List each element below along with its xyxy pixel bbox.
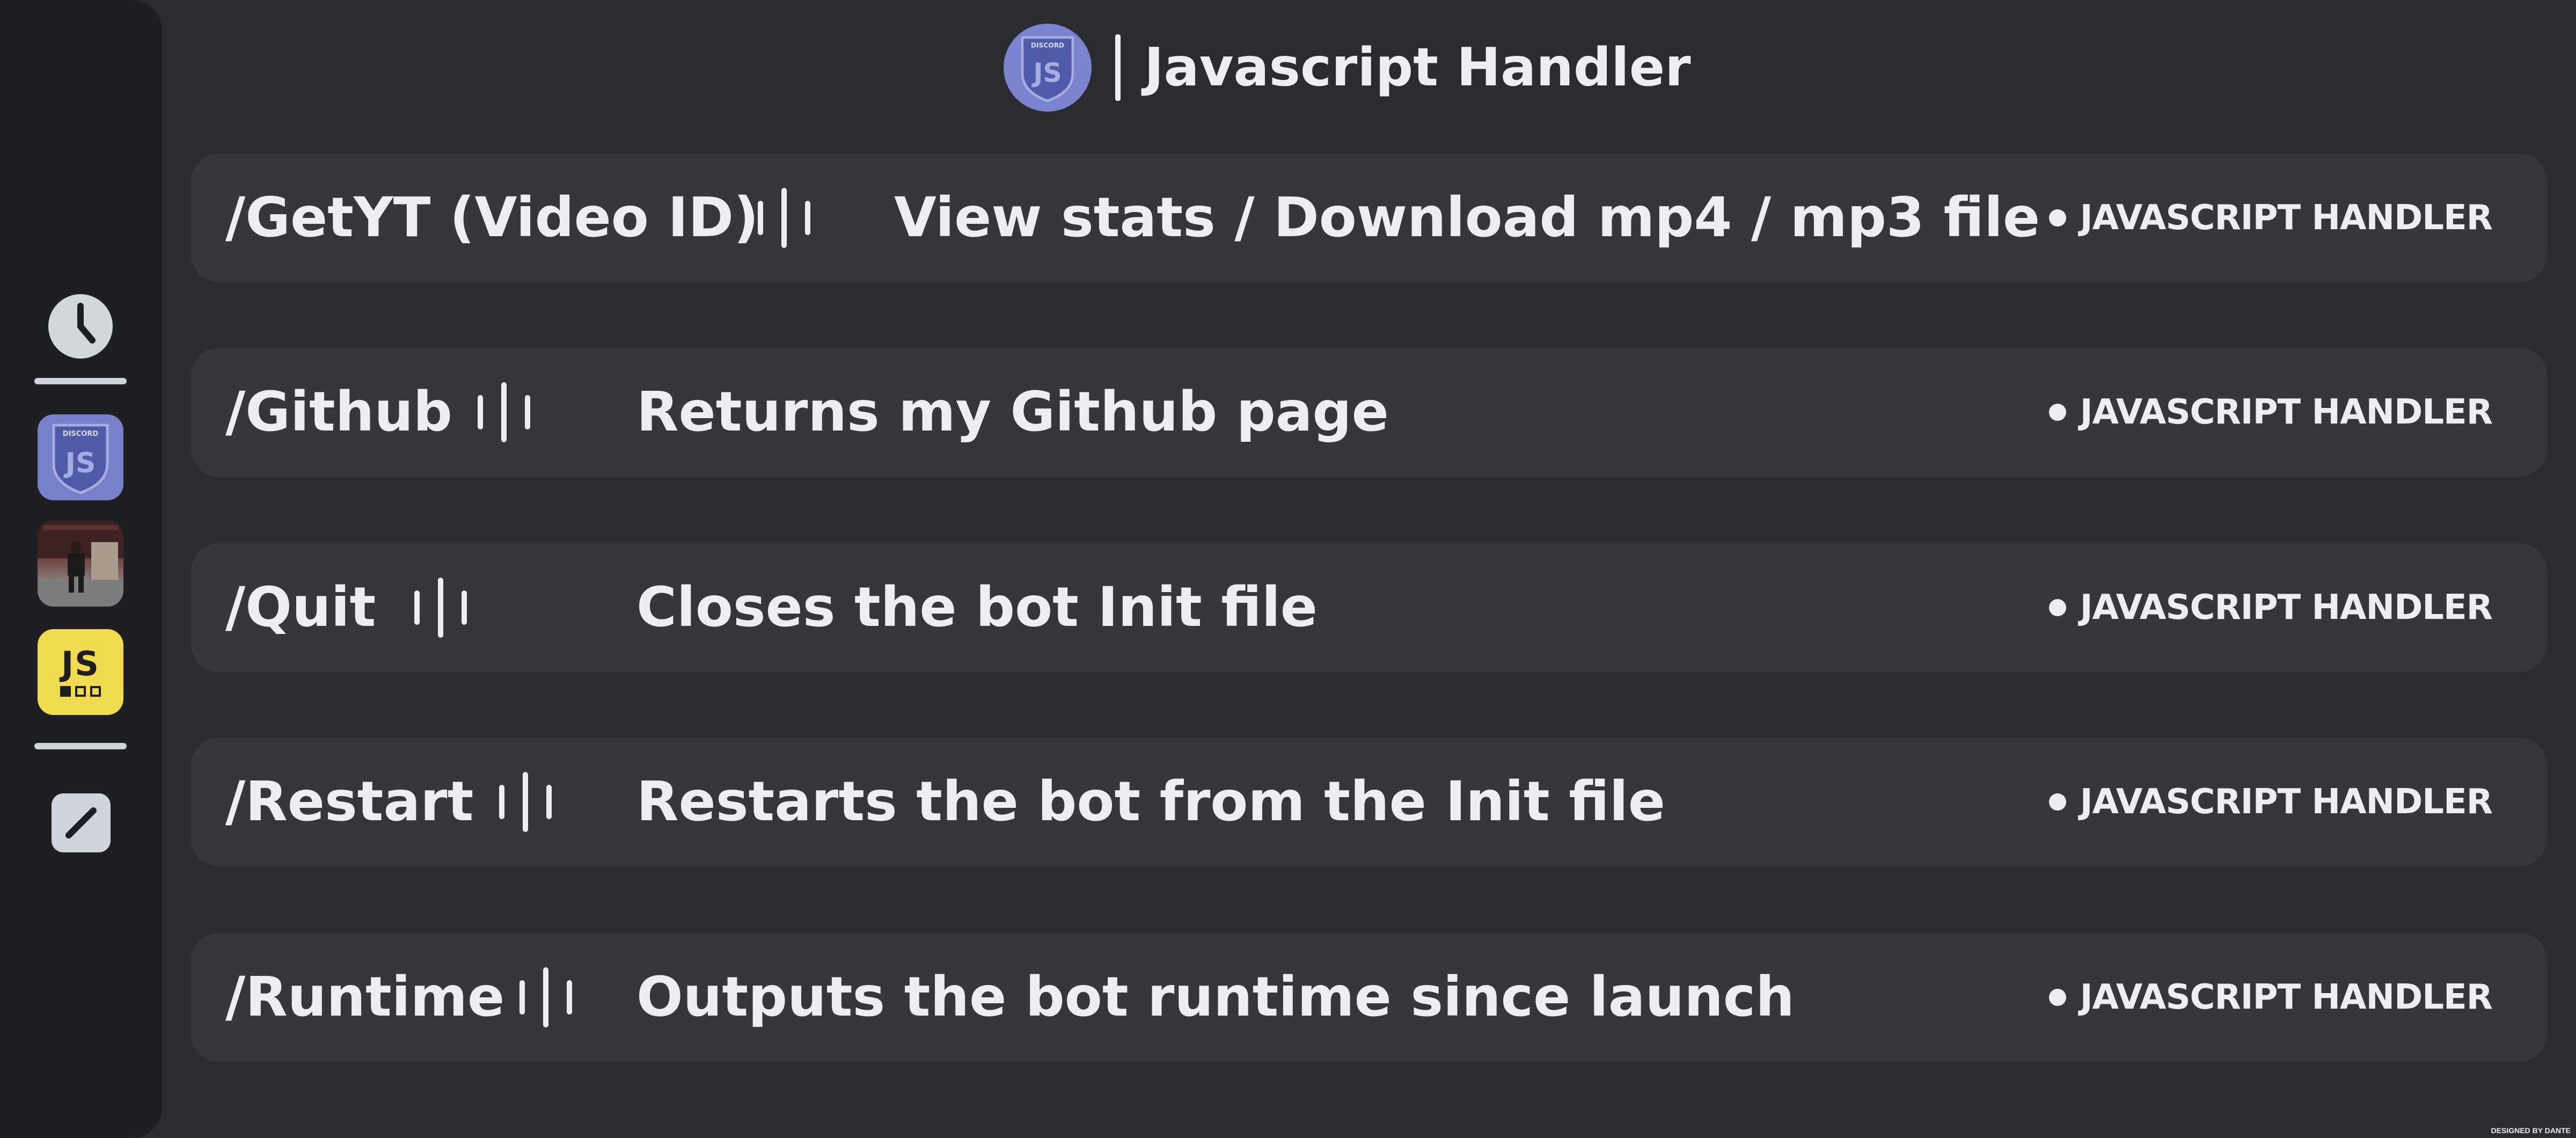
server-icon-user-photo[interactable] <box>38 521 123 607</box>
handler-badge: JAVASCRIPT HANDLER <box>2048 738 2493 866</box>
command-row[interactable]: /GetYT (Video ID) View stats / Download … <box>191 154 2547 282</box>
handler-label: JAVASCRIPT HANDLER <box>2080 977 2493 1017</box>
handler-label: JAVASCRIPT HANDLER <box>2080 588 2493 628</box>
handler-label: JAVASCRIPT HANDLER <box>2080 392 2493 432</box>
command-name: /GetYT (Video ID) <box>225 186 759 250</box>
bars-separator-icon <box>499 772 552 832</box>
status-dot <box>2048 209 2066 227</box>
status-dot <box>2048 793 2066 811</box>
handler-label: JAVASCRIPT HANDLER <box>2080 198 2493 238</box>
handler-badge: JAVASCRIPT HANDLER <box>2048 348 2493 477</box>
command-row[interactable]: /Github Returns my Github page JAVASCRIP… <box>191 348 2547 477</box>
status-dot <box>2048 989 2066 1006</box>
squares-decoration <box>60 686 101 697</box>
svg-text:JS: JS <box>1031 58 1062 88</box>
svg-text:JS: JS <box>64 447 96 479</box>
command-row[interactable]: /Runtime Outputs the bot runtime since l… <box>191 933 2547 1062</box>
discord-js-shield-icon: DISCORD JS <box>52 424 109 494</box>
command-name: /Github <box>225 380 452 444</box>
handler-badge: JAVASCRIPT HANDLER <box>2048 933 2493 1062</box>
command-description: View stats / Download mp4 / mp3 file <box>894 186 2040 250</box>
command-name: /Runtime <box>225 965 505 1029</box>
pencil-edit-icon[interactable] <box>52 793 111 852</box>
command-description: Returns my Github page <box>636 380 1389 444</box>
header-separator <box>1115 34 1121 101</box>
user-photo-avatar <box>38 521 123 607</box>
handler-badge: JAVASCRIPT HANDLER <box>2048 154 2493 282</box>
server-icon-discord-js[interactable]: DISCORD JS <box>38 414 123 500</box>
command-description: Restarts the bot from the Init file <box>636 770 1665 834</box>
bars-separator-icon <box>758 188 810 248</box>
handler-badge: JAVASCRIPT HANDLER <box>2048 543 2493 672</box>
designer-credit: DESIGNED BY DANTE <box>2491 1126 2571 1135</box>
page-title: Javascript Handler <box>1144 37 1691 98</box>
server-icon-javascript[interactable]: JS <box>38 629 123 715</box>
header: DISCORD JS Javascript Handler <box>1004 24 1691 112</box>
command-row[interactable]: /Quit Closes the bot Init file JAVASCRIP… <box>191 543 2547 672</box>
command-name: /Quit <box>225 575 376 639</box>
command-name: /Restart <box>225 770 474 834</box>
javascript-logo-icon: JS <box>61 644 100 683</box>
svg-text:DISCORD: DISCORD <box>1031 42 1064 49</box>
bars-separator-icon <box>519 967 572 1027</box>
command-row[interactable]: /Restart Restarts the bot from the Init … <box>191 738 2547 866</box>
sidebar: DISCORD JS JS <box>0 0 162 1138</box>
bars-separator-icon <box>478 382 530 442</box>
sidebar-divider <box>34 743 127 749</box>
clock-icon[interactable] <box>48 294 113 359</box>
svg-text:DISCORD: DISCORD <box>63 430 99 438</box>
status-dot <box>2048 599 2066 616</box>
discord-js-shield-icon: DISCORD JS <box>1004 24 1092 112</box>
bars-separator-icon <box>414 578 467 638</box>
command-description: Outputs the bot runtime since launch <box>636 965 1795 1029</box>
command-description: Closes the bot Init file <box>636 575 1318 639</box>
handler-label: JAVASCRIPT HANDLER <box>2080 782 2493 822</box>
sidebar-divider <box>34 378 127 384</box>
status-dot <box>2048 404 2066 421</box>
